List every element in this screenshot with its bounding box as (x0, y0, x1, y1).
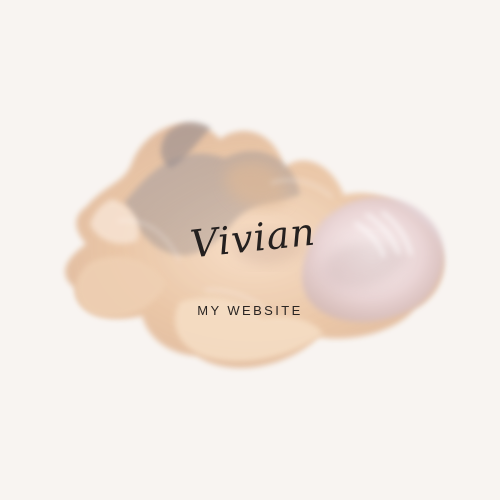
watercolor-splash (65, 122, 444, 369)
logo-canvas: Vivian MY WEBSITE (0, 0, 500, 500)
logo-tagline: MY WEBSITE (197, 303, 303, 318)
